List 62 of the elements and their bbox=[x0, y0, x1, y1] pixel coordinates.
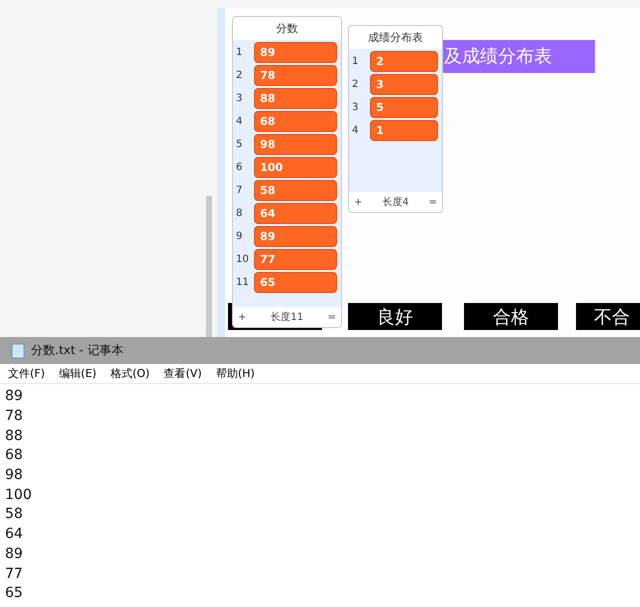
item-index: 6 bbox=[236, 162, 244, 173]
text-line: 89 bbox=[5, 544, 24, 564]
item-index: 10 bbox=[236, 254, 250, 265]
text-line: 64 bbox=[5, 525, 24, 544]
text-line: 98 bbox=[5, 466, 24, 486]
item-index: 1 bbox=[236, 47, 244, 58]
item-index: 3 bbox=[352, 102, 360, 113]
list-item[interactable]: 1 bbox=[370, 120, 438, 141]
text-line: 77 bbox=[5, 564, 24, 584]
item-index: 2 bbox=[236, 70, 244, 81]
label-text: 良好 bbox=[377, 306, 413, 328]
label-text: 不合 bbox=[594, 306, 630, 328]
window-title: 分数.txt - 记事本 bbox=[31, 342, 124, 360]
title-banner: 及成绩分布表 bbox=[440, 40, 595, 73]
list-item[interactable]: 89 bbox=[254, 42, 337, 63]
list-item[interactable]: 3 bbox=[370, 74, 438, 95]
label-text: 合格 bbox=[493, 306, 529, 328]
list-length: 长度4 bbox=[382, 196, 409, 209]
item-index: 1 bbox=[352, 56, 360, 67]
list-item[interactable]: 77 bbox=[254, 249, 337, 270]
item-index: 7 bbox=[236, 185, 244, 196]
list-item[interactable]: 100 bbox=[254, 157, 337, 178]
list-length: 长度11 bbox=[270, 310, 304, 324]
list-item[interactable]: 5 bbox=[370, 97, 438, 118]
menu-item[interactable]: 帮助(H) bbox=[216, 366, 255, 382]
notepad-icon bbox=[11, 342, 25, 359]
list-item[interactable]: 78 bbox=[254, 65, 337, 86]
menu-item[interactable]: 文件(F) bbox=[8, 366, 45, 382]
list-item[interactable]: 88 bbox=[254, 88, 337, 109]
list-item[interactable]: 58 bbox=[254, 180, 337, 201]
resize-handle[interactable]: = bbox=[328, 312, 336, 322]
text-line: 88 bbox=[5, 426, 24, 446]
add-item-button[interactable]: + bbox=[238, 312, 246, 322]
add-item-button[interactable]: + bbox=[354, 196, 362, 208]
scrollbar[interactable] bbox=[206, 196, 212, 338]
text-line: 100 bbox=[5, 486, 33, 505]
item-index: 4 bbox=[352, 125, 360, 136]
text-line: 78 bbox=[5, 406, 24, 426]
menu-item[interactable]: 查看(V) bbox=[164, 366, 202, 382]
item-index: 8 bbox=[236, 208, 244, 219]
item-index: 4 bbox=[236, 116, 244, 127]
item-index: 11 bbox=[236, 277, 250, 288]
list-item[interactable]: 98 bbox=[254, 134, 337, 155]
text-line: 65 bbox=[5, 584, 24, 604]
list-item[interactable]: 68 bbox=[254, 111, 337, 132]
text-line: 68 bbox=[5, 446, 24, 466]
list-title: 分数 bbox=[233, 17, 341, 40]
item-index: 5 bbox=[236, 139, 244, 150]
menu-item[interactable]: 编辑(E) bbox=[58, 366, 96, 382]
text-line: 58 bbox=[5, 505, 24, 524]
resize-handle[interactable]: = bbox=[428, 196, 437, 208]
text-area[interactable]: 89 78 88 68 98 100 58 64 89 77 65 bbox=[0, 384, 640, 607]
text-line: 89 bbox=[5, 387, 24, 406]
item-index: 2 bbox=[352, 79, 360, 90]
list-title: 成绩分布表 bbox=[349, 26, 442, 49]
item-index: 3 bbox=[236, 93, 244, 104]
menu-item[interactable]: 格式(O) bbox=[110, 366, 150, 382]
list-item[interactable]: 2 bbox=[370, 51, 438, 72]
list-item[interactable]: 64 bbox=[254, 203, 337, 224]
list-item[interactable]: 89 bbox=[254, 226, 337, 247]
item-index: 9 bbox=[236, 231, 244, 242]
list-item[interactable]: 65 bbox=[254, 272, 337, 293]
